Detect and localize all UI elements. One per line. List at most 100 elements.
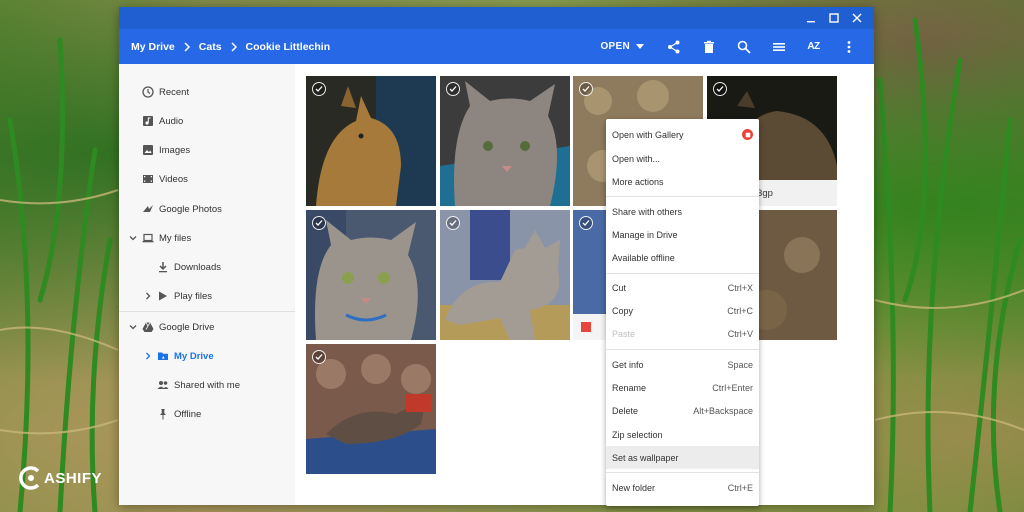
select-checkbox[interactable] — [312, 350, 326, 364]
sidebar-item-offline[interactable]: Offline — [119, 402, 295, 426]
sidebar-item-play-files[interactable]: Play files — [119, 284, 295, 308]
title-bar — [119, 7, 874, 29]
menu-item-rename[interactable]: Rename Ctrl+Enter — [606, 376, 759, 399]
sidebar-item-label: My files — [159, 232, 192, 244]
menu-item-manage-in-drive[interactable]: Manage in Drive — [606, 223, 759, 246]
select-checkbox[interactable] — [713, 82, 727, 96]
file-grid: ie.3gp — [295, 64, 874, 505]
sidebar-item-images[interactable]: Images — [119, 138, 295, 162]
sidebar-item-shared-with-me[interactable]: Shared with me — [119, 373, 295, 397]
sidebar-item-google-photos[interactable]: Google Photos — [119, 197, 295, 221]
chevron-right-icon[interactable] — [143, 351, 153, 361]
sidebar-item-google-drive[interactable]: Google Drive — [119, 315, 295, 339]
menu-item-share-with-others[interactable]: Share with others — [606, 200, 759, 223]
files-app-window: My Drive Cats Cookie Littlechin OPEN AZ … — [119, 7, 874, 505]
sidebar-item-downloads[interactable]: Downloads — [119, 255, 295, 279]
minimize-icon[interactable] — [799, 7, 822, 29]
video-icon — [142, 173, 154, 185]
menu-item-open-with-gallery[interactable]: Open with Gallery — [606, 123, 759, 146]
sidebar-item-my-drive[interactable]: My Drive — [119, 344, 295, 368]
breadcrumb-my-drive[interactable]: My Drive — [131, 41, 175, 53]
sidebar: Recent Audio Images Videos Google Photos… — [119, 64, 295, 505]
menu-item-set-as-wallpaper[interactable]: Set as wallpaper — [606, 446, 759, 469]
play-icon — [157, 290, 169, 302]
people-icon — [157, 379, 169, 391]
file-thumbnail[interactable] — [440, 76, 570, 206]
sidebar-item-label: Images — [159, 144, 191, 156]
file-thumbnail[interactable] — [306, 344, 436, 474]
select-checkbox[interactable] — [579, 82, 593, 96]
menu-separator — [606, 472, 759, 473]
select-checkbox[interactable] — [579, 216, 593, 230]
menu-item-available-offline[interactable]: Available offline — [606, 246, 759, 269]
audio-icon — [142, 115, 154, 127]
select-checkbox[interactable] — [446, 216, 460, 230]
photos-icon — [142, 203, 154, 215]
chevron-right-icon — [230, 41, 238, 52]
sidebar-item-videos[interactable]: Videos — [119, 167, 295, 191]
list-view-icon[interactable] — [761, 29, 796, 64]
menu-item-zip-selection[interactable]: Zip selection — [606, 423, 759, 446]
pin-icon — [157, 408, 169, 420]
sidebar-divider — [119, 311, 295, 312]
delete-icon[interactable] — [691, 29, 726, 64]
menu-item-copy[interactable]: Copy Ctrl+C — [606, 299, 759, 322]
menu-item-get-info[interactable]: Get info Space — [606, 353, 759, 376]
menu-item-cut[interactable]: Cut Ctrl+X — [606, 276, 759, 299]
chevron-down-icon[interactable] — [128, 322, 138, 332]
toolbar: My Drive Cats Cookie Littlechin OPEN AZ — [119, 29, 874, 64]
cat-photo-image — [440, 76, 570, 206]
select-checkbox[interactable] — [312, 216, 326, 230]
file-thumbnail[interactable] — [440, 210, 570, 340]
drive-icon — [142, 321, 154, 333]
menu-separator — [606, 196, 759, 197]
sidebar-item-label: Google Photos — [159, 203, 222, 215]
sort-icon[interactable]: AZ — [796, 29, 831, 64]
search-icon[interactable] — [726, 29, 761, 64]
sidebar-item-label: Shared with me — [174, 379, 241, 391]
gallery-app-icon — [742, 129, 753, 140]
cashify-watermark: ASHIFY — [16, 462, 102, 494]
open-button-label: OPEN — [600, 41, 630, 52]
sidebar-item-label: Google Drive — [159, 321, 215, 333]
sidebar-item-audio[interactable]: Audio — [119, 109, 295, 133]
sidebar-item-label: Recent — [159, 86, 190, 98]
share-icon[interactable] — [656, 29, 691, 64]
breadcrumb-cookie-littlechin[interactable]: Cookie Littlechin — [246, 41, 331, 53]
breadcrumb-cats[interactable]: Cats — [199, 41, 222, 53]
chevron-down-icon[interactable] — [128, 233, 138, 243]
close-icon[interactable] — [845, 7, 868, 29]
cat-photo-image — [440, 210, 570, 340]
menu-item-open-with[interactable]: Open with... — [606, 147, 759, 170]
breadcrumb: My Drive Cats Cookie Littlechin — [131, 41, 330, 53]
more-vertical-icon[interactable] — [831, 29, 866, 64]
sidebar-item-label: Videos — [159, 173, 188, 185]
context-menu: Open with Gallery Open with... More acti… — [606, 119, 759, 506]
sidebar-item-label: Downloads — [174, 261, 221, 273]
file-thumbnail[interactable] — [306, 76, 436, 206]
open-button[interactable]: OPEN — [600, 41, 644, 52]
chevron-right-icon — [183, 41, 191, 52]
caret-down-icon — [636, 43, 644, 49]
sidebar-item-recent[interactable]: Recent — [119, 80, 295, 104]
sidebar-item-label: Play files — [174, 290, 213, 302]
cashify-logo-icon — [19, 466, 40, 490]
sidebar-item-label: My Drive — [174, 350, 214, 362]
menu-item-more-actions[interactable]: More actions — [606, 170, 759, 193]
menu-item-new-folder[interactable]: New folder Ctrl+E — [606, 476, 759, 499]
select-checkbox[interactable] — [446, 82, 460, 96]
cat-photo-image — [306, 344, 436, 474]
select-checkbox[interactable] — [312, 82, 326, 96]
maximize-icon[interactable] — [822, 7, 845, 29]
toolbar-actions: OPEN AZ — [600, 29, 866, 64]
window-controls — [799, 7, 868, 29]
cat-photo-image — [306, 210, 436, 340]
sort-label: AZ — [807, 41, 820, 52]
sidebar-item-my-files[interactable]: My files — [119, 226, 295, 250]
file-thumbnail[interactable] — [306, 210, 436, 340]
laptop-icon — [142, 232, 154, 244]
menu-item-delete[interactable]: Delete Alt+Backspace — [606, 399, 759, 422]
chevron-right-icon[interactable] — [143, 291, 153, 301]
clock-icon — [142, 86, 154, 98]
menu-item-paste: Paste Ctrl+V — [612, 328, 753, 339]
